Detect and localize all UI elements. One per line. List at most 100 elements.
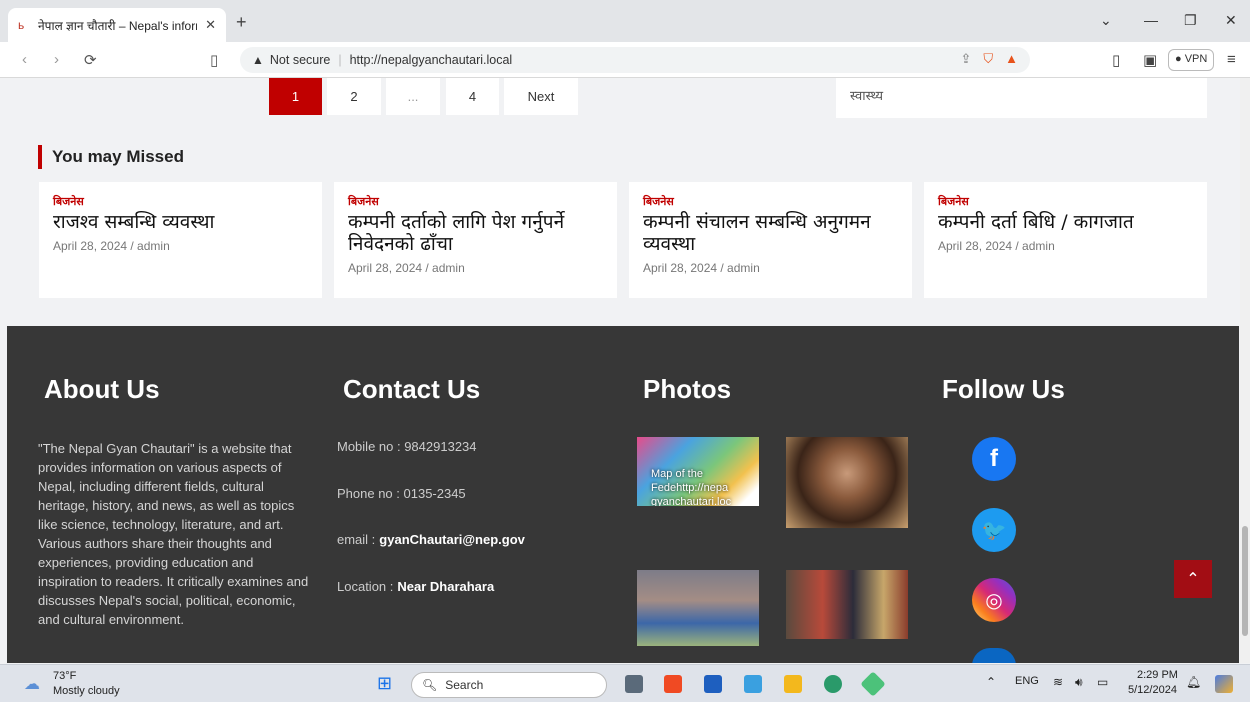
search-label: Search — [445, 678, 484, 692]
forward-icon[interactable]: › — [54, 51, 59, 68]
next-page-link[interactable]: Next — [504, 78, 578, 115]
widgets-icon[interactable] — [1215, 675, 1233, 693]
windows-taskbar: ☁ 73°F Mostly cloudy ⊞ 🔍︎ Search ⌃ ENG ≋… — [0, 664, 1250, 702]
facebook-icon[interactable]: f — [972, 437, 1016, 481]
card-headline[interactable]: कम्पनी दर्ताको लागि पेश गर्नुपर्ने निवेद… — [348, 211, 603, 255]
menu-icon[interactable]: ≡ — [1227, 51, 1236, 68]
clock-date[interactable]: 5/12/2024 — [1128, 684, 1177, 696]
contact-mobile: Mobile no : 9842913234 — [337, 439, 477, 454]
brave-shield-icon[interactable]: ⛉ — [983, 51, 993, 67]
tab-list-chevron-icon[interactable]: ⌄ — [1100, 12, 1112, 29]
about-text: "The Nepal Gyan Chautari" is a website t… — [38, 441, 309, 627]
page-ellipsis: ... — [386, 78, 440, 115]
browser-tabbar: ь नेपाल ज्ञान चौतारी – Nepal's inform ✕ … — [0, 0, 1250, 42]
search-icon: 🔍︎ — [422, 678, 438, 692]
web-page: 1 2 ... 4 Next स्वास्थ्य You may Missed … — [0, 78, 1240, 663]
missed-card[interactable]: बिजनेस राजश्व सम्बन्धि व्यवस्था April 28… — [39, 182, 322, 298]
restore-icon[interactable]: ❐ — [1184, 12, 1197, 29]
app-icon[interactable] — [704, 675, 722, 693]
edge-icon[interactable] — [824, 675, 842, 693]
file-explorer-icon[interactable] — [784, 675, 802, 693]
photo-event-thumbnail[interactable] — [786, 570, 908, 639]
bookmark-icon[interactable]: ▯ — [210, 51, 218, 69]
card-category[interactable]: बिजनेस — [348, 194, 603, 209]
location-label: Location : — [337, 579, 394, 594]
vpn-button[interactable]: ● VPN — [1168, 49, 1215, 71]
photo-portrait-thumbnail[interactable] — [786, 437, 908, 528]
card-category[interactable]: बिजनेस — [53, 194, 308, 209]
warning-icon: ▲ — [252, 53, 264, 67]
card-headline[interactable]: राजश्व सम्बन्धि व्यवस्था — [53, 211, 308, 233]
page-link-1[interactable]: 1 — [269, 78, 322, 115]
photos-title: Photos — [643, 374, 732, 404]
card-meta: April 28, 2024 / admin — [643, 261, 760, 275]
battery-icon[interactable]: ▭ — [1097, 675, 1108, 689]
brave-browser-icon[interactable] — [664, 675, 682, 693]
security-label: Not secure — [269, 53, 331, 67]
missed-card[interactable]: बिजनेस कम्पनी दर्ता बिधि / कागजात April … — [924, 182, 1207, 298]
contact-title: Contact Us — [343, 374, 481, 404]
reload-icon[interactable]: ⟳ — [84, 51, 97, 69]
about-title: About Us — [44, 374, 160, 404]
app-diamond-icon[interactable] — [860, 671, 886, 697]
twitter-icon[interactable]: 🐦 — [972, 508, 1016, 552]
tray-chevron-icon[interactable]: ⌃ — [986, 675, 996, 689]
card-category[interactable]: बिजनेस — [643, 194, 898, 209]
card-headline[interactable]: कम्पनी संचालन सम्बन्धि अनुगमन व्यवस्था — [643, 211, 898, 255]
tab-title: नेपाल ज्ञान चौतारी – Nepal's inform — [38, 18, 198, 33]
notification-bell-icon[interactable]: 🔔︎ — [1186, 675, 1201, 689]
missed-card[interactable]: बिजनेस कम्पनी संचालन सम्बन्धि अनुगमन व्य… — [629, 182, 912, 298]
section-title: You may Missed — [38, 145, 184, 169]
missed-card[interactable]: बिजनेस कम्पनी दर्ताको लागि पेश गर्नुपर्न… — [334, 182, 617, 298]
scrollbar-thumb[interactable] — [1242, 526, 1248, 636]
separator: | — [338, 53, 342, 67]
browser-tab[interactable]: ь नेपाल ज्ञान चौतारी – Nepal's inform ✕ — [8, 8, 226, 42]
address-bar[interactable]: ▲ Not secure | http://nepalgyanchautari.… — [240, 47, 1030, 73]
weather-condition[interactable]: Mostly cloudy — [53, 685, 120, 697]
scroll-to-top-button[interactable]: ⌃ — [1174, 560, 1212, 598]
site-footer: About Us "The Nepal Gyan Chautari" is a … — [7, 326, 1239, 663]
language-indicator[interactable]: ENG — [1015, 675, 1039, 687]
contact-phone: Phone no : 0135-2345 — [337, 486, 466, 501]
cortana-icon[interactable] — [744, 675, 762, 693]
volume-icon[interactable]: 🔊︎ — [1075, 675, 1083, 690]
page-scrollbar[interactable] — [1240, 78, 1250, 663]
wallet-icon[interactable]: ▣ — [1143, 51, 1157, 69]
email-link[interactable]: gyanChautari@nep.gov — [379, 532, 525, 547]
back-icon[interactable]: ‹ — [22, 51, 27, 68]
site-favicon-icon: ь — [18, 18, 25, 32]
card-meta: April 28, 2024 / admin — [53, 239, 170, 253]
taskbar-search[interactable]: 🔍︎ Search — [411, 672, 607, 698]
linkedin-icon[interactable] — [972, 648, 1016, 663]
omnibox-icons: ⇪ ⛉ ▲ — [960, 51, 1018, 67]
wifi-icon[interactable]: ≋ — [1053, 675, 1063, 689]
follow-title: Follow Us — [942, 374, 1065, 404]
windows-start-icon[interactable]: ⊞ — [377, 673, 392, 694]
tab-close-icon[interactable]: ✕ — [205, 17, 216, 33]
sidebar-tag-link[interactable]: स्वास्थ्य — [836, 78, 1207, 118]
page-link-4[interactable]: 4 — [446, 78, 499, 115]
card-headline[interactable]: कम्पनी दर्ता बिधि / कागजात — [938, 211, 1193, 233]
email-label: email : — [337, 532, 376, 547]
vpn-label: VPN — [1184, 53, 1208, 65]
contact-location: Location : Near Dharahara — [337, 579, 494, 594]
url-text: http://nepalgyanchautari.local — [349, 53, 513, 67]
photo-cricket-thumbnail[interactable] — [637, 570, 759, 646]
close-window-icon[interactable]: ✕ — [1225, 12, 1237, 29]
contact-email: email : gyanChautari@nep.gov — [337, 532, 525, 547]
sidebar-toggle-icon[interactable]: ▯ — [1112, 51, 1120, 69]
instagram-icon[interactable]: ◎ — [972, 578, 1016, 622]
weather-temp[interactable]: 73°F — [53, 670, 76, 682]
photo-map-thumbnail[interactable]: Map of the Fedehttp://nepa gyanchautari.… — [637, 437, 759, 506]
card-category[interactable]: बिजनेस — [938, 194, 1193, 209]
photo-caption: Map of the Fedehttp://nepa gyanchautari.… — [651, 468, 732, 506]
card-meta: April 28, 2024 / admin — [348, 261, 465, 275]
share-icon[interactable]: ⇪ — [960, 51, 971, 67]
page-link-2[interactable]: 2 — [327, 78, 381, 115]
card-meta: April 28, 2024 / admin — [938, 239, 1055, 253]
new-tab-button[interactable]: + — [236, 12, 247, 33]
clock-time[interactable]: 2:29 PM — [1137, 669, 1178, 681]
minimize-icon[interactable]: — — [1144, 12, 1158, 28]
brave-rewards-icon[interactable]: ▲ — [1005, 51, 1018, 67]
task-view-icon[interactable] — [625, 675, 643, 693]
